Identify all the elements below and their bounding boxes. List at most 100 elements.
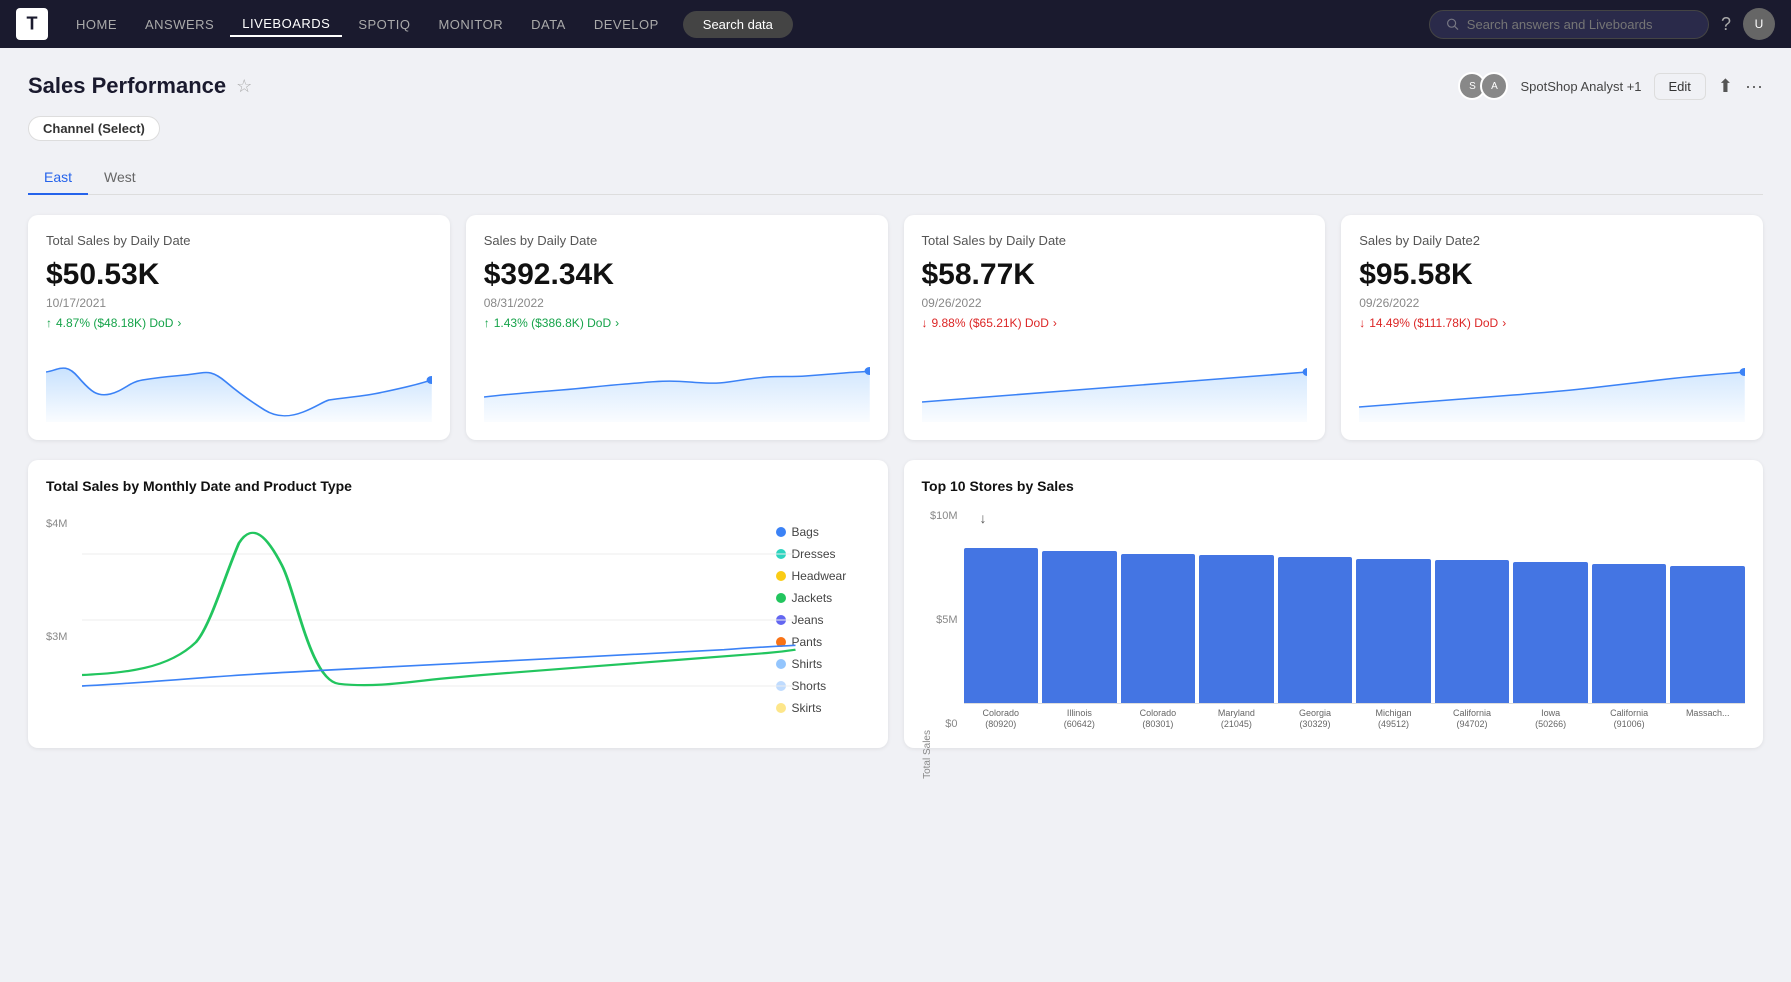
nav-develop[interactable]: DEVELOP [582,13,671,36]
card-2-date: 08/31/2022 [484,296,870,310]
arrow-down-icon: ↓ [1359,316,1365,330]
bar-california-1 [1435,560,1510,703]
filter-value: (Select) [98,121,145,136]
avatar-2: A [1480,72,1508,100]
sort-icon: ↓ [980,510,1746,526]
nav-liveboards[interactable]: LIVEBOARDS [230,12,342,37]
nav-monitor[interactable]: MONITOR [426,13,515,36]
arrow-up-icon: ↑ [484,316,490,330]
x-label-4: Georgia(30329) [1278,708,1353,730]
bottom-charts-grid: Total Sales by Monthly Date and Product … [28,460,1763,748]
card-1-value: $50.53K [46,258,432,292]
search-data-button[interactable]: Search data [683,11,793,38]
header-right: S A SpotShop Analyst +1 Edit ⬆ ··· [1458,72,1763,100]
filter-bar: Channel (Select) [28,116,1763,141]
x-label-6: California(94702) [1435,708,1510,730]
line-chart-area: $4M $3M Ba [46,510,870,730]
y-0: $0 [945,718,957,730]
bar-colorado-1 [964,548,1039,703]
card-2-change: ↑ 1.43% ($386.8K) DoD › [484,316,870,330]
tab-east[interactable]: East [28,161,88,195]
user-avatar[interactable]: U [1743,8,1775,40]
arrow-down-icon: ↓ [922,316,928,330]
card-4-title: Sales by Daily Date2 [1359,233,1745,248]
bar-california-2 [1592,564,1667,703]
nav-answers[interactable]: ANSWERS [133,13,226,36]
tab-west[interactable]: West [88,161,152,195]
region-tabs: East West [28,161,1763,195]
monthly-sales-title: Total Sales by Monthly Date and Product … [46,478,870,494]
global-search-input[interactable] [1467,17,1692,32]
edit-button[interactable]: Edit [1654,73,1706,100]
global-search-box[interactable] [1429,10,1709,39]
page-title-area: Sales Performance ☆ [28,73,252,99]
bars-container [964,530,1746,704]
x-label-7: Iowa(50266) [1513,708,1588,730]
x-label-8: California(91006) [1592,708,1667,730]
bar-colorado-2 [1121,554,1196,703]
card-2-value: $392.34K [484,258,870,292]
analyst-label: SpotShop Analyst +1 [1520,79,1641,94]
bar-michigan [1356,559,1431,703]
bar-illinois [1042,551,1117,703]
top-stores-card: Top 10 Stores by Sales $10M $5M $0 ↓ [904,460,1764,748]
card-4-chart [1359,342,1745,422]
card-total-sales-3: Total Sales by Daily Date $58.77K 09/26/… [904,215,1326,440]
bar-massachusetts [1670,566,1745,703]
chevron-right-icon[interactable]: › [1053,316,1057,330]
nav-home[interactable]: HOME [64,13,129,36]
search-icon [1446,17,1459,31]
card-1-title: Total Sales by Daily Date [46,233,432,248]
y-label-3m: $3M [46,631,67,643]
card-1-change: ↑ 4.87% ($48.18K) DoD › [46,316,432,330]
x-label-2: Colorado(80301) [1121,708,1196,730]
card-3-date: 09/26/2022 [922,296,1308,310]
x-axis-labels: Colorado(80920) Illinois(60642) Colorado… [964,708,1746,730]
chevron-right-icon[interactable]: › [615,316,619,330]
metric-cards-grid: Total Sales by Daily Date $50.53K 10/17/… [28,215,1763,440]
x-label-1: Illinois(60642) [1042,708,1117,730]
nav-right-area: ? U [1429,8,1775,40]
card-1-date: 10/17/2021 [46,296,432,310]
x-label-5: Michigan(49512) [1356,708,1431,730]
y-label-4m: $4M [46,518,67,530]
top-stores-title: Top 10 Stores by Sales [922,478,1746,494]
card-3-chart [922,342,1308,422]
main-content: Sales Performance ☆ S A SpotShop Analyst… [0,48,1791,982]
card-4-date: 09/26/2022 [1359,296,1745,310]
y-axis-title: Total Sales [922,730,933,779]
nav-spotiq[interactable]: SPOTIQ [346,13,422,36]
nav-data[interactable]: DATA [519,13,578,36]
card-4-value: $95.58K [1359,258,1745,292]
share-button[interactable]: ⬆ [1718,76,1733,97]
card-total-sales-1: Total Sales by Daily Date $50.53K 10/17/… [28,215,450,440]
bar-georgia [1278,557,1353,703]
card-sales-4: Sales by Daily Date2 $95.58K 09/26/2022 … [1341,215,1763,440]
navigation: HOME ANSWERS LIVEBOARDS SPOTIQ MONITOR D… [0,0,1791,48]
bar-iowa [1513,562,1588,703]
page-header: Sales Performance ☆ S A SpotShop Analyst… [28,72,1763,100]
monthly-sales-card: Total Sales by Monthly Date and Product … [28,460,888,748]
card-sales-2: Sales by Daily Date $392.34K 08/31/2022 … [466,215,888,440]
card-3-change: ↓ 9.88% ($65.21K) DoD › [922,316,1308,330]
card-3-title: Total Sales by Daily Date [922,233,1308,248]
channel-filter[interactable]: Channel (Select) [28,116,160,141]
page-title: Sales Performance [28,73,226,99]
bar-chart: ↓ [964,510,1746,730]
y-10m: $10M [930,510,958,522]
more-options-button[interactable]: ··· [1745,76,1763,97]
x-label-9: Massach... [1670,708,1745,730]
logo[interactable] [16,8,48,40]
help-icon[interactable]: ? [1721,14,1731,35]
bar-maryland [1199,555,1274,703]
favorite-icon[interactable]: ☆ [236,76,252,97]
card-2-chart [484,342,870,422]
y-axis: $10M $5M $0 [922,510,964,730]
chevron-right-icon[interactable]: › [177,316,181,330]
chevron-right-icon[interactable]: › [1502,316,1506,330]
y-5m: $5M [936,614,957,626]
card-1-chart [46,342,432,422]
card-4-change: ↓ 14.49% ($111.78K) DoD › [1359,316,1745,330]
line-chart-svg [82,510,796,730]
x-label-3: Maryland(21045) [1199,708,1274,730]
